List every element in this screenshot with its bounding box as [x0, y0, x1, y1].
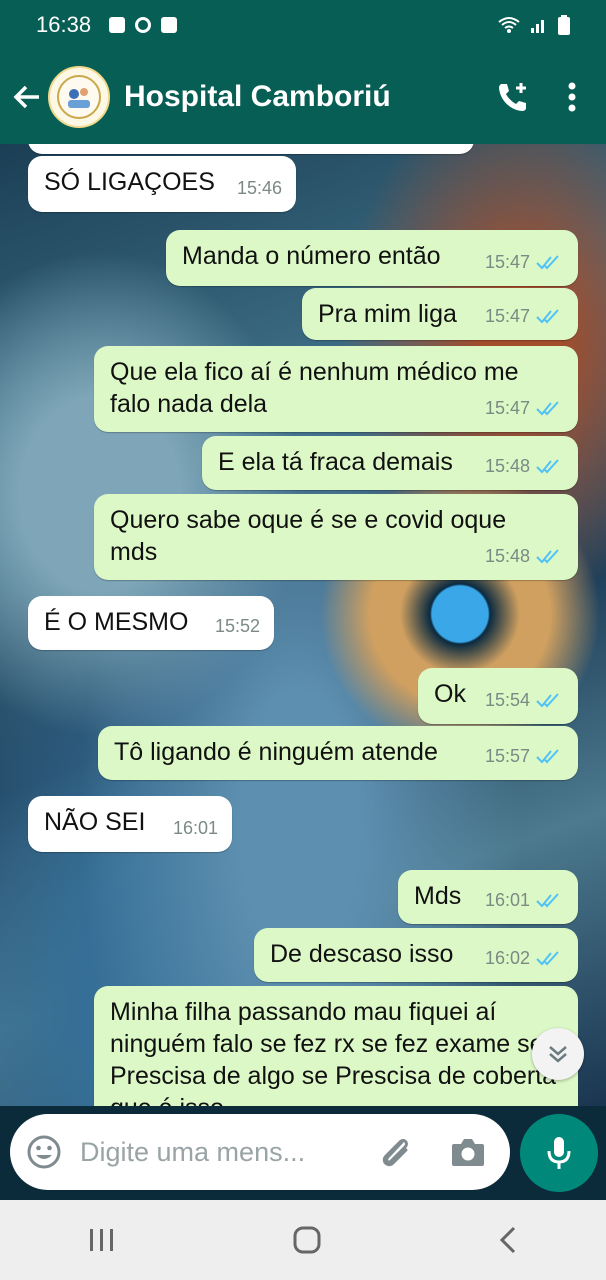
message-time: 16:02 [484, 948, 530, 968]
message-outgoing[interactable]: Que ela fico aí é nenhum médico me falo … [94, 346, 578, 432]
message-incoming[interactable]: NÃO SEI 16:01 [28, 796, 232, 852]
more-vert-icon[interactable] [568, 82, 576, 112]
message-text: NÃO SEI [44, 808, 146, 836]
chevron-double-down-icon [549, 1046, 567, 1063]
message-outgoing[interactable]: Quero sabe oque é se e covid oque mds 15… [94, 494, 578, 580]
message-outgoing[interactable]: Pra mim liga 15:47 [302, 288, 578, 340]
message-meta: 16:01 [485, 884, 564, 916]
message-time: 15:47 [484, 306, 530, 326]
chat-header: Hospital Camboriú [0, 50, 606, 144]
wifi-icon [498, 17, 520, 33]
read-receipt-icon [536, 309, 559, 324]
message-time: 15:46 [236, 178, 282, 198]
message-text: Tô ligando é ninguém atende [114, 738, 438, 766]
read-receipt-icon [536, 893, 559, 908]
read-receipt-icon [536, 693, 559, 708]
message-outgoing[interactable]: Minha filha passando mau fiquei aí ningu… [94, 986, 578, 1106]
message-time: 16:01 [172, 818, 218, 838]
hospital-logo-icon [57, 75, 101, 119]
message-time: 15:47 [484, 398, 530, 418]
message-outgoing[interactable]: De descaso isso 16:02 [254, 928, 578, 982]
notification-icons [109, 17, 178, 33]
message-outgoing[interactable]: Ok 15:54 [418, 668, 578, 724]
read-receipt-icon [536, 951, 559, 966]
read-receipt-icon [536, 549, 559, 564]
message-meta: 15:47 [485, 392, 564, 424]
scroll-to-bottom-button[interactable] [532, 1028, 584, 1080]
message-meta: 15:48 [485, 540, 564, 572]
message-outgoing[interactable]: Tô ligando é ninguém atende 15:57 [98, 726, 578, 780]
message-text: Minha filha passando mau fiquei aí ningu… [110, 998, 557, 1106]
mic-icon [547, 1137, 571, 1169]
message-text: SÓ LIGAÇOES [44, 168, 215, 196]
message-meta: 16:02 [485, 942, 564, 974]
chat-messages[interactable]: SÓ LIGAÇOES 15:46 Manda o número então 1… [0, 144, 606, 1106]
recents-icon[interactable] [88, 1227, 116, 1253]
composer-bar: Digite uma mens... [0, 1106, 606, 1200]
message-time: 15:57 [484, 746, 530, 766]
message-text: Que ela fico aí é nenhum médico me falo … [110, 358, 519, 418]
message-time: 15:47 [484, 252, 530, 272]
status-time: 16:38 [36, 12, 92, 37]
message-meta: 15:54 [485, 684, 564, 716]
contact-name[interactable]: Hospital Camboriú [124, 80, 391, 114]
message-time: 15:54 [484, 690, 530, 710]
message-time: 15:52 [214, 616, 260, 636]
mic-button[interactable] [520, 1114, 598, 1192]
message-input[interactable]: Digite uma mens... [10, 1114, 510, 1190]
message-input-placeholder: Digite uma mens... [80, 1136, 306, 1167]
read-receipt-icon [536, 401, 559, 416]
emoji-icon[interactable] [26, 1134, 62, 1170]
message-meta: 15:52 [215, 610, 260, 642]
battery-icon [558, 15, 570, 35]
message-text: De descaso isso [270, 940, 454, 968]
message-text: Manda o número então [182, 242, 441, 270]
add-call-icon[interactable] [496, 80, 530, 114]
message-time: 15:48 [484, 546, 530, 566]
app-notification-icon [161, 17, 178, 33]
message-meta: 15:46 [237, 172, 282, 204]
status-bar: 16:38 [0, 0, 606, 50]
message-meta: 16:01 [173, 812, 218, 844]
contact-avatar[interactable] [48, 66, 110, 128]
signal-icon [531, 20, 544, 33]
system-nav-bar [0, 1200, 606, 1280]
chrome-icon [135, 17, 152, 33]
message-meta: 15:47 [485, 300, 564, 332]
message-text: Quero sabe oque é se e covid oque mds [110, 506, 507, 566]
back-arrow-icon [13, 85, 39, 109]
message-incoming[interactable]: É O MESMO 15:52 [28, 596, 274, 650]
read-receipt-icon [536, 749, 559, 764]
message-outgoing[interactable]: Manda o número então 15:47 [166, 230, 578, 286]
message-outgoing[interactable]: E ela tá fraca demais 15:48 [202, 436, 578, 490]
paperclip-icon[interactable] [376, 1132, 416, 1172]
message-incoming[interactable]: SÓ LIGAÇOES 15:46 [28, 156, 296, 212]
message-time: 15:48 [484, 456, 530, 476]
back-button[interactable] [12, 82, 42, 112]
message-time: 16:01 [484, 890, 530, 910]
back-nav-icon[interactable] [498, 1225, 518, 1255]
image-notification-icon [109, 17, 126, 33]
message-text: E ela tá fraca demais [218, 448, 453, 476]
message-text: Mds [414, 882, 462, 910]
message-text: É O MESMO [44, 608, 189, 636]
camera-icon[interactable] [450, 1136, 486, 1168]
message-meta: 15:48 [485, 450, 564, 482]
message-meta: 15:47 [485, 246, 564, 278]
message-text: Pra mim liga [318, 300, 457, 328]
message-meta: 15:57 [485, 740, 564, 772]
read-receipt-icon [536, 255, 559, 270]
message-outgoing[interactable]: Mds 16:01 [398, 870, 578, 924]
message-bubble-partial [28, 144, 474, 154]
home-icon[interactable] [292, 1225, 322, 1255]
message-text: Ok [434, 680, 466, 708]
read-receipt-icon [536, 459, 559, 474]
